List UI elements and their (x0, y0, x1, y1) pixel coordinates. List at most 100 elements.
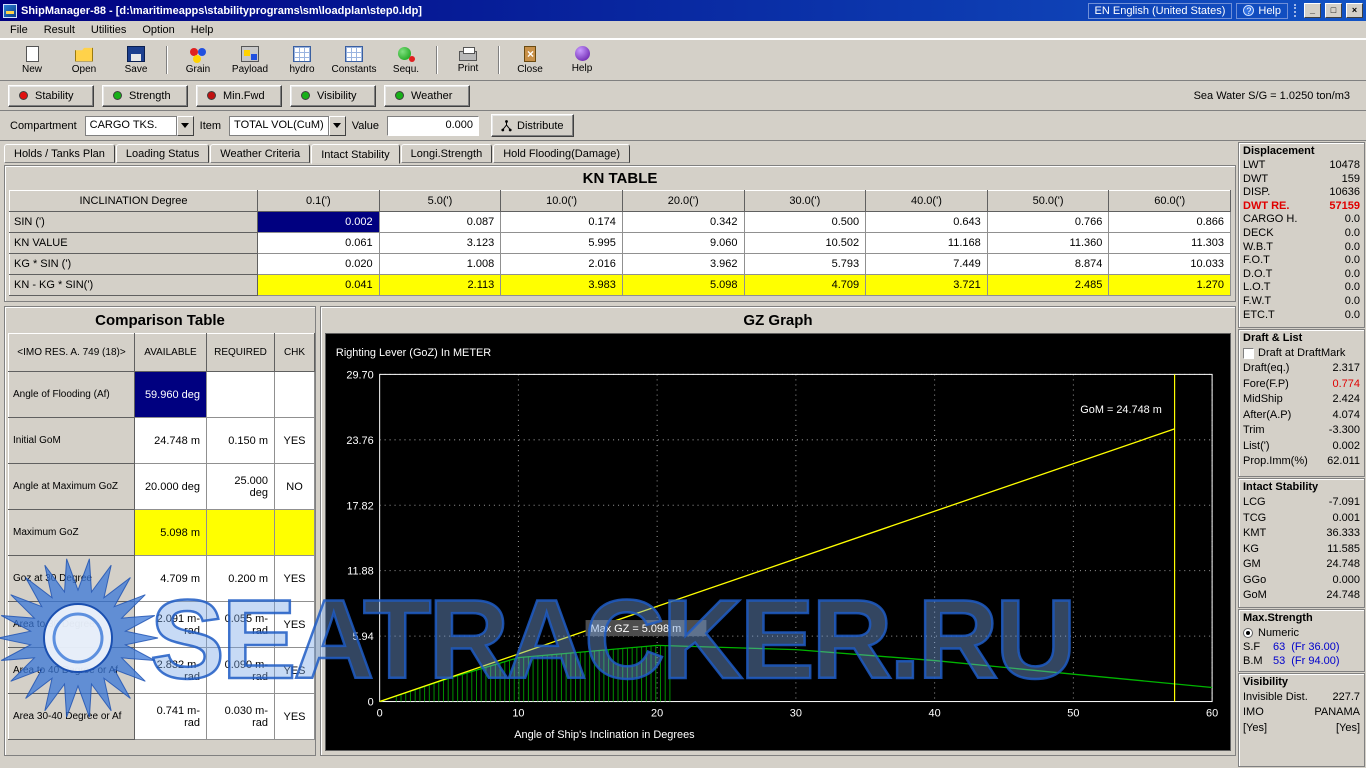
constants-button[interactable]: Constants (328, 42, 380, 78)
kn-cell[interactable]: 5.098 (622, 275, 744, 296)
kn-cell[interactable]: 0.342 (622, 212, 744, 233)
menu-item[interactable]: Result (36, 22, 83, 38)
kn-cell[interactable]: 11.168 (866, 233, 988, 254)
kn-cell[interactable]: 0.041 (258, 275, 380, 296)
help-button[interactable]: Help (556, 42, 608, 78)
kn-cell[interactable]: 5.793 (744, 254, 866, 275)
tab[interactable]: Intact Stability (311, 144, 399, 164)
tab[interactable]: Longi.Strength (401, 144, 493, 163)
visibility-panel: Visibility Invisible Dist.227.7IMOPANAMA… (1238, 673, 1365, 768)
kn-cell[interactable]: 11.360 (987, 233, 1109, 254)
kn-cell[interactable]: 1.008 (379, 254, 501, 275)
kn-cell[interactable]: 2.016 (501, 254, 623, 275)
comparison-available-cell: 5.098 m (135, 510, 207, 556)
kn-cell[interactable]: 0.087 (379, 212, 501, 233)
grain-button[interactable]: Grain (172, 42, 224, 78)
kn-column-header: 0.1(') (258, 191, 380, 212)
tab-strip: Holds / Tanks PlanLoading StatusWeather … (0, 141, 1366, 163)
mode-button[interactable]: Stability (8, 85, 94, 107)
kn-column-header: 5.0(') (379, 191, 501, 212)
hydro-button[interactable]: hydro (276, 42, 328, 78)
item-select[interactable]: TOTAL VOL(CuM) (229, 116, 346, 136)
kn-cell[interactable]: 8.874 (987, 254, 1109, 275)
kn-cell[interactable]: 0.020 (258, 254, 380, 275)
new-button[interactable]: New (6, 42, 58, 78)
close-button[interactable]: × (1346, 3, 1363, 18)
displacement-row: DWT159 (1243, 173, 1360, 187)
chevron-down-icon[interactable] (329, 116, 346, 136)
open-button[interactable]: Open (58, 42, 110, 78)
menu-item[interactable]: Utilities (83, 22, 134, 38)
tab[interactable]: Loading Status (116, 144, 209, 163)
kn-cell[interactable]: 2.485 (987, 275, 1109, 296)
kn-cell[interactable]: 0.643 (866, 212, 988, 233)
kn-cell[interactable]: 0.002 (258, 212, 380, 233)
kn-cell[interactable]: 10.502 (744, 233, 866, 254)
svg-text:29.70: 29.70 (346, 369, 373, 381)
mode-button[interactable]: Min.Fwd (196, 85, 282, 107)
titlebar-help-button[interactable]: ? Help (1236, 3, 1288, 19)
language-selector[interactable]: EN English (United States) (1088, 3, 1233, 19)
minimize-button[interactable]: _ (1304, 3, 1321, 18)
kn-column-header: INCLINATION Degree (10, 191, 258, 212)
comparison-row: Goz at 30 Degree 4.709 m 0.200 m YES (9, 556, 315, 602)
kn-cell[interactable]: 0.061 (258, 233, 380, 254)
svg-text:Angle of Ship's Inclination in: Angle of Ship's Inclination in Degrees (514, 729, 695, 741)
checkbox-icon[interactable] (1243, 348, 1254, 359)
save-button[interactable]: Save (110, 42, 162, 78)
kn-cell[interactable]: 1.270 (1109, 275, 1231, 296)
comparison-row-label: Area to 30 Degree (9, 602, 135, 648)
maximize-button[interactable]: □ (1325, 3, 1342, 18)
kn-cell[interactable]: 0.500 (744, 212, 866, 233)
value-input[interactable]: 0.000 (387, 116, 479, 136)
mode-button[interactable]: Visibility (290, 85, 376, 107)
kn-cell[interactable]: 11.303 (1109, 233, 1231, 254)
svg-text:23.76: 23.76 (346, 435, 373, 447)
stability-row: GM24.748 (1243, 557, 1360, 573)
kn-cell[interactable]: 3.721 (866, 275, 988, 296)
chevron-down-icon[interactable] (177, 116, 194, 136)
draft-at-draftmark-option[interactable]: Draft at DraftMark (1243, 346, 1360, 361)
kn-cell[interactable]: 3.983 (501, 275, 623, 296)
tab[interactable]: Holds / Tanks Plan (4, 144, 115, 163)
comparison-available-cell: 4.709 m (135, 556, 207, 602)
kn-cell[interactable]: 3.962 (622, 254, 744, 275)
numeric-radio-option[interactable]: Numeric (1243, 626, 1360, 640)
kn-cell[interactable]: 4.709 (744, 275, 866, 296)
radio-icon[interactable] (1243, 628, 1253, 638)
kn-cell[interactable]: 9.060 (622, 233, 744, 254)
menu-item[interactable]: Help (183, 22, 222, 38)
print-button[interactable]: Print (442, 42, 494, 78)
displacement-row: ETC.T0.0 (1243, 309, 1360, 323)
mode-button[interactable]: Weather (384, 85, 470, 107)
distribute-button[interactable]: Distribute (491, 114, 573, 137)
draft-row: MidShip2.424 (1243, 392, 1360, 408)
kn-cell[interactable]: 2.113 (379, 275, 501, 296)
visibility-title: Visibility (1243, 676, 1360, 688)
comparison-available-cell: 59.960 deg (135, 372, 207, 418)
mode-button[interactable]: Strength (102, 85, 188, 107)
kn-row: SIN (') 0.002 0.087 0.174 0.342 0.500 0.… (10, 212, 1231, 233)
close-file-button[interactable]: Close (504, 42, 556, 78)
kn-cell[interactable]: 10.033 (1109, 254, 1231, 275)
kn-cell[interactable]: 0.866 (1109, 212, 1231, 233)
kn-cell[interactable]: 0.174 (501, 212, 623, 233)
kn-cell[interactable]: 5.995 (501, 233, 623, 254)
sequence-button[interactable]: Sequ. (380, 42, 432, 78)
comparison-row-label: Area 30-40 Degree or Af (9, 694, 135, 740)
kn-cell[interactable]: 3.123 (379, 233, 501, 254)
tab[interactable]: Weather Criteria (210, 144, 310, 163)
save-icon (127, 46, 145, 62)
menu-item[interactable]: File (2, 22, 36, 38)
svg-text:GoM = 24.748 m: GoM = 24.748 m (1080, 404, 1162, 416)
payload-icon (241, 46, 259, 62)
kn-cell[interactable]: 0.766 (987, 212, 1109, 233)
payload-button[interactable]: Payload (224, 42, 276, 78)
menu-item[interactable]: Option (134, 22, 182, 38)
displacement-row: CARGO H.0.0 (1243, 213, 1360, 227)
tab[interactable]: Hold Flooding(Damage) (493, 144, 630, 163)
compartment-select[interactable]: CARGO TKS. (85, 116, 194, 136)
kn-cell[interactable]: 7.449 (866, 254, 988, 275)
kn-row: KN VALUE 0.061 3.123 5.995 9.060 10.502 … (10, 233, 1231, 254)
comparison-required-cell: 0.200 m (207, 556, 275, 602)
